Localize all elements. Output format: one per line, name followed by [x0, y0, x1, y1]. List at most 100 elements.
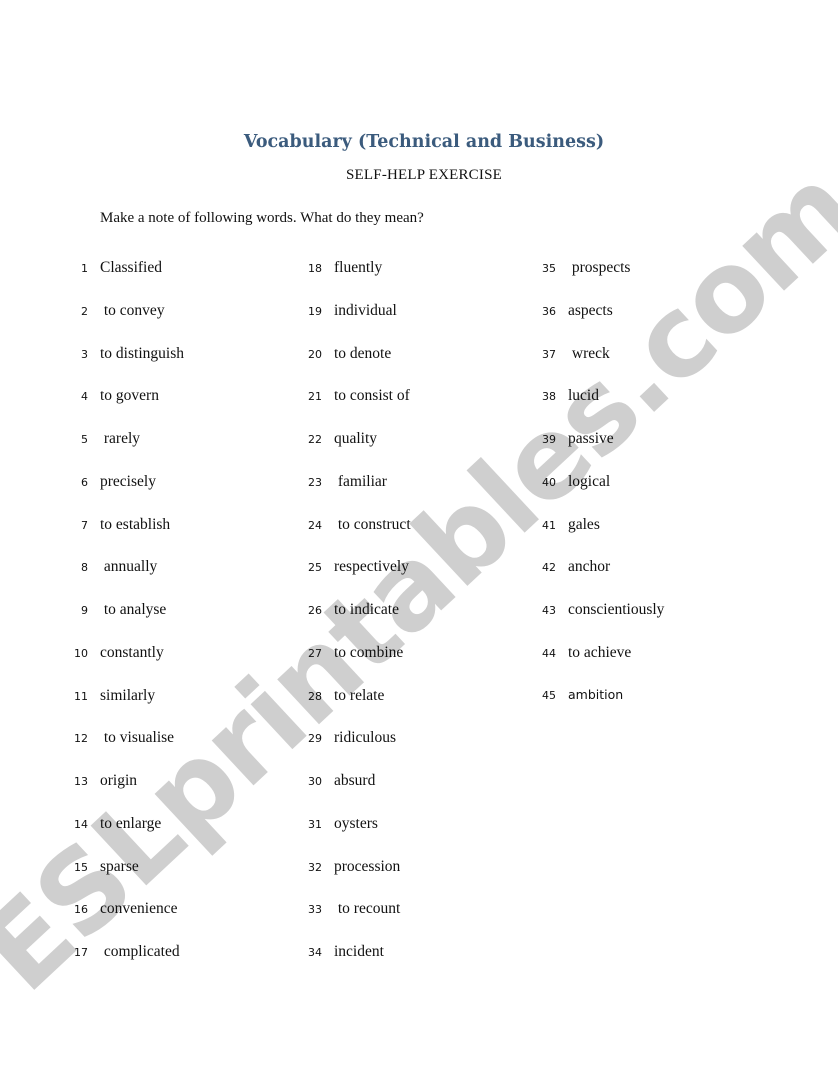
vocab-item-word: ambition: [568, 686, 624, 702]
vocab-item-number: 40: [542, 475, 556, 489]
vocab-item: 11 similarly: [66, 687, 184, 730]
vocab-item-number: 19: [308, 304, 322, 318]
vocab-item: 32 procession: [300, 858, 411, 901]
vocab-item-word: rarely: [100, 430, 141, 447]
vocab-item-word: aspects: [568, 301, 613, 319]
vocab-item: 29 ridiculous: [300, 729, 411, 772]
vocab-item-number: 35: [542, 262, 556, 275]
vocab-item-word: to denote: [334, 344, 392, 362]
vocab-item-number: 39: [542, 433, 556, 446]
vocab-item: 12 to visualise: [66, 729, 184, 772]
vocab-item-number: 13: [74, 775, 88, 788]
vocab-item-number: 8: [81, 561, 88, 575]
vocab-item-number: 9: [81, 604, 88, 617]
vocab-item-number: 36: [542, 304, 556, 318]
page-subtitle: SELF-HELP EXERCISE: [346, 167, 502, 183]
vocab-item: 1 Classified: [66, 259, 184, 302]
vocab-item-number: 30: [308, 775, 322, 788]
vocab-item-word: to visualise: [100, 729, 175, 747]
vocab-item-word: to convey: [100, 301, 165, 319]
vocab-item-word: to combine: [334, 643, 404, 661]
vocab-item-number: 25: [308, 561, 322, 575]
vocab-item-number: 38: [542, 390, 556, 404]
vocab-item-word: prospects: [568, 259, 631, 276]
vocab-item: 30 absurd: [300, 772, 411, 815]
vocab-item-number: 4: [81, 390, 88, 404]
vocab-item-number: 28: [308, 689, 322, 703]
vocab-item: 36 aspects: [534, 302, 664, 345]
vocab-item: 41 gales: [534, 516, 664, 559]
vocab-item: 23 familiar: [300, 473, 411, 516]
vocab-item-word: logical: [568, 472, 611, 490]
vocab-item: 10 constantly: [66, 644, 184, 687]
vocab-item-number: 5: [81, 433, 88, 446]
worksheet-page: ESLprintables.com Vocabulary (Technical …: [0, 0, 838, 1086]
vocab-item: 22 quality: [300, 430, 411, 473]
vocab-item-word: anchor: [568, 558, 611, 576]
vocab-item-word: annually: [100, 558, 158, 576]
vocab-item: 8 annually: [66, 558, 184, 601]
page-title: Vocabulary (Technical and Business): [243, 132, 605, 152]
vocab-item-number: 42: [542, 561, 556, 575]
vocab-item-number: 12: [74, 732, 88, 746]
vocab-item-number: 37: [542, 347, 556, 361]
vocab-item-number: 14: [74, 817, 88, 831]
vocab-item-number: 15: [74, 860, 88, 874]
vocab-item-number: 10: [74, 646, 88, 660]
vocab-item-word: individual: [334, 301, 397, 319]
vocab-item-number: 32: [308, 860, 322, 874]
vocab-item-number: 27: [308, 646, 322, 660]
vocab-column-3: 35 prospects 36 aspects 37 wreck 38 lucid 39 pa…: [534, 259, 664, 729]
vocab-item-number: 22: [308, 433, 322, 446]
vocab-item: 34 incident: [300, 943, 411, 986]
vocab-item: 14 to enlarge: [66, 815, 184, 858]
vocab-item: 16 convenience: [66, 900, 184, 943]
vocab-item-word: precisely: [100, 472, 156, 490]
vocab-item-number: 18: [308, 262, 322, 275]
vocab-item-word: wreck: [568, 344, 610, 362]
vocab-item-number: 1: [81, 262, 88, 275]
vocab-item-number: 21: [308, 390, 322, 404]
vocab-item-word: ridiculous: [334, 729, 396, 747]
vocab-item-word: to analyse: [100, 601, 167, 618]
vocab-item-word: sparse: [100, 857, 139, 875]
vocab-item: 7 to establish: [66, 516, 184, 559]
vocab-column-2: 18 fluently 19 individual 20 to denote 21 to co…: [300, 259, 411, 986]
vocab-item: 39 passive: [534, 430, 664, 473]
vocab-item-word: quality: [334, 430, 378, 447]
vocab-item: 45 ambition: [534, 687, 664, 730]
vocab-item-word: to govern: [100, 387, 159, 405]
vocab-item-word: familiar: [334, 472, 387, 490]
vocab-item-word: conscientiously: [568, 601, 665, 618]
vocab-item-number: 24: [308, 518, 322, 532]
vocab-item-word: Classified: [100, 259, 162, 276]
vocab-item: 6 precisely: [66, 473, 184, 516]
vocab-item-word: to recount: [334, 900, 401, 918]
vocab-item-word: to distinguish: [100, 344, 184, 362]
vocab-item-word: to consist of: [334, 387, 410, 405]
vocab-item-number: 29: [308, 732, 322, 746]
vocab-item-word: procession: [334, 857, 401, 875]
vocab-item-number: 17: [74, 946, 88, 959]
vocab-item: 31 oysters: [300, 815, 411, 858]
vocab-item: 42 anchor: [534, 558, 664, 601]
vocab-item: 3 to distinguish: [66, 345, 184, 388]
vocab-item: 21 to consist of: [300, 387, 411, 430]
vocab-item: 24 to construct: [300, 516, 411, 559]
vocab-item-word: fluently: [334, 259, 383, 276]
vocab-item-word: convenience: [100, 900, 178, 918]
vocab-item: 15 sparse: [66, 858, 184, 901]
vocab-item: 25 respectively: [300, 558, 411, 601]
vocab-item-word: to construct: [334, 515, 411, 533]
vocab-item: 13 origin: [66, 772, 184, 815]
vocab-item: 9 to analyse: [66, 601, 184, 644]
vocab-item-word: to achieve: [568, 643, 632, 661]
vocab-item-word: gales: [568, 515, 600, 533]
vocab-item: 17 complicated: [66, 943, 184, 986]
vocab-item-number: 7: [81, 518, 88, 532]
vocab-item: 27 to combine: [300, 644, 411, 687]
vocab-item: 19 individual: [300, 302, 411, 345]
vocab-item: 4 to govern: [66, 387, 184, 430]
instruction-text: Make a note of following words. What do …: [100, 210, 424, 226]
vocab-item-number: 45: [542, 688, 556, 702]
